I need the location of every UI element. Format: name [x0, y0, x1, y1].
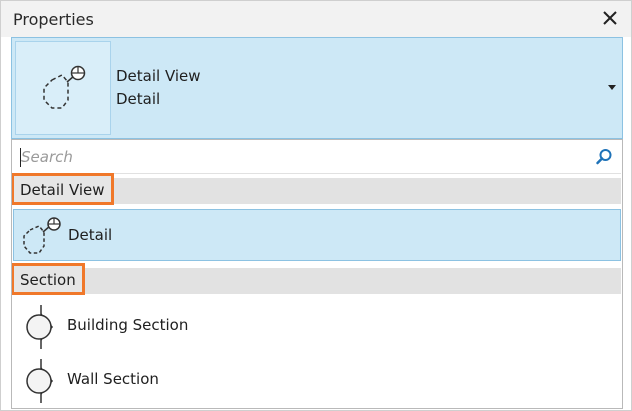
properties-palette: Properties Detail View Detail Search Det… [0, 0, 632, 411]
group-header-section: Section [12, 263, 621, 295]
item-label: Detail [68, 226, 113, 244]
list-item-wall-section[interactable]: Wall Section [13, 354, 621, 406]
group-header-detail-view: Detail View [12, 173, 621, 205]
detail-view-icon [43, 65, 86, 109]
type-family-name: Detail View [116, 67, 201, 85]
section-icon [26, 359, 53, 403]
text-caret [20, 148, 21, 167]
title-bar: Properties [1, 1, 631, 37]
item-label: Wall Section [67, 370, 159, 388]
list-item-detail[interactable]: Detail [13, 209, 621, 261]
item-label: Building Section [67, 316, 189, 334]
group-label: Detail View [12, 173, 114, 205]
type-name: Detail [116, 90, 161, 108]
type-selector[interactable]: Detail View Detail [11, 37, 623, 139]
section-icon [26, 305, 53, 349]
search-icon[interactable] [595, 148, 613, 166]
search-input[interactable] [19, 145, 589, 169]
list-item-building-section[interactable]: Building Section [13, 300, 621, 352]
search-box [13, 141, 621, 174]
chevron-down-icon[interactable] [606, 82, 618, 92]
group-label: Section [12, 263, 85, 295]
palette-title: Properties [13, 10, 94, 29]
type-thumbnail [15, 41, 111, 135]
type-dropdown-list: Detail View Detail Section Building Sect… [11, 139, 623, 409]
close-icon[interactable] [599, 7, 621, 29]
detail-view-icon [23, 217, 61, 254]
